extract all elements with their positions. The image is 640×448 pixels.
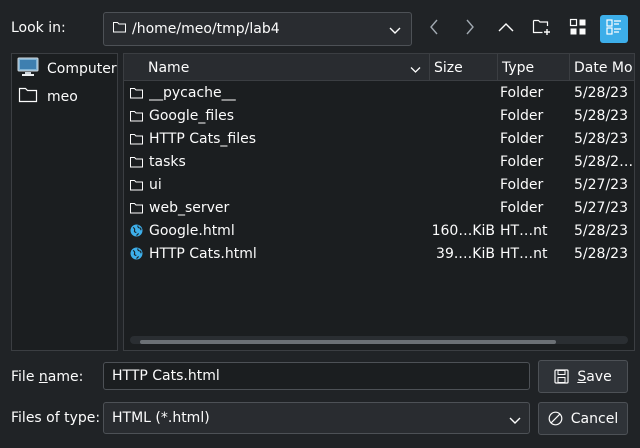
file-name-value: HTTP Cats.html xyxy=(112,368,220,384)
folder-icon xyxy=(130,173,146,196)
chevron-down-icon xyxy=(509,414,521,430)
file-date: 5/27/23 xyxy=(574,176,628,193)
file-size: 160…KiB xyxy=(431,222,495,239)
file-date: 5/28/23 xyxy=(574,130,628,147)
file-row[interactable]: ui Folder 5/27/23 xyxy=(124,173,634,196)
globe-icon xyxy=(130,219,146,242)
column-date[interactable]: Date Mo xyxy=(570,54,634,81)
column-label: Type xyxy=(502,59,535,76)
files-of-type-label: Files of type: xyxy=(11,410,101,426)
file-size xyxy=(430,150,495,173)
file-name-label: File name: xyxy=(11,369,84,385)
folder-icon xyxy=(130,127,146,150)
save-label: Save xyxy=(577,368,612,385)
file-name: Google_files xyxy=(149,107,234,124)
file-row[interactable]: Google.html 160…KiB HT…nt 5/28/23 xyxy=(124,219,634,242)
computer-icon xyxy=(17,57,39,81)
file-type: Folder xyxy=(500,130,544,147)
file-size xyxy=(430,127,495,150)
column-label: Name xyxy=(148,59,190,76)
file-type: HT…nt xyxy=(500,222,548,239)
list-view-icon xyxy=(605,18,623,40)
file-date: 5/28/23 xyxy=(574,84,628,101)
column-label: Date Mo xyxy=(574,59,633,76)
file-row[interactable]: tasks Folder 5/28/2… xyxy=(124,150,634,173)
file-type: Folder xyxy=(500,84,544,101)
file-size xyxy=(430,173,495,196)
file-type-value: HTML (*.html) xyxy=(112,410,210,426)
file-type: Folder xyxy=(500,176,544,193)
chevron-right-icon xyxy=(464,18,476,40)
place-computer[interactable]: Computer xyxy=(17,57,117,81)
place-label: Computer xyxy=(47,61,117,77)
place-home[interactable]: meo xyxy=(17,85,78,109)
cancel-button[interactable]: Cancel xyxy=(538,402,628,435)
grid-view-icon xyxy=(569,18,587,40)
file-date: 5/28/23 xyxy=(574,245,628,262)
file-name: HTTP Cats_files xyxy=(149,130,257,147)
scrollbar-thumb[interactable] xyxy=(140,340,556,344)
file-size xyxy=(430,196,495,219)
file-name: tasks xyxy=(149,153,186,170)
file-row[interactable]: __pycache__ Folder 5/28/23 xyxy=(124,81,634,104)
column-size[interactable]: Size xyxy=(430,54,498,81)
column-label: Size xyxy=(434,59,463,76)
file-row[interactable]: HTTP Cats.html 39.…KiB HT…nt 5/28/23 xyxy=(124,242,634,265)
file-size xyxy=(430,81,495,104)
file-row[interactable]: web_server Folder 5/27/23 xyxy=(124,196,634,219)
globe-icon xyxy=(130,242,146,265)
folder-icon xyxy=(113,21,126,37)
file-size xyxy=(430,104,495,127)
file-date: 5/27/23 xyxy=(574,199,628,216)
file-name: HTTP Cats.html xyxy=(149,245,257,262)
look-in-label: Look in: xyxy=(11,20,66,36)
save-icon xyxy=(554,369,569,384)
file-name-input[interactable]: HTTP Cats.html xyxy=(103,362,530,390)
file-date: 5/28/2… xyxy=(574,153,634,170)
folder-icon xyxy=(130,196,146,219)
file-row[interactable]: Google_files Folder 5/28/23 xyxy=(124,104,634,127)
chevron-left-icon xyxy=(428,18,440,40)
file-date: 5/28/23 xyxy=(574,222,628,239)
column-type[interactable]: Type xyxy=(498,54,570,81)
save-button[interactable]: Save xyxy=(538,360,628,393)
cancel-label: Cancel xyxy=(570,410,619,427)
icon-view-button[interactable] xyxy=(564,15,592,43)
path-text: /home/meo/tmp/lab4 xyxy=(132,21,280,37)
column-name[interactable]: Name xyxy=(144,54,430,81)
sort-indicator-icon xyxy=(410,62,421,78)
file-size: 39.…KiB xyxy=(436,245,495,262)
back-button[interactable] xyxy=(420,15,448,43)
folder-icon xyxy=(130,104,146,127)
forward-button[interactable] xyxy=(456,15,484,43)
new-folder-icon xyxy=(532,18,552,40)
file-name: __pycache__ xyxy=(149,84,236,101)
chevron-up-icon xyxy=(497,21,515,37)
file-row[interactable]: HTTP Cats_files Folder 5/28/23 xyxy=(124,127,634,150)
file-name: ui xyxy=(149,176,162,193)
new-folder-button[interactable] xyxy=(528,15,556,43)
file-name: Google.html xyxy=(149,222,235,239)
file-type: Folder xyxy=(500,199,544,216)
file-type: Folder xyxy=(500,107,544,124)
folder-icon xyxy=(17,85,39,109)
column-header: Name Size Type Date Mo xyxy=(124,54,634,81)
cancel-icon xyxy=(548,411,563,426)
file-type-combo[interactable]: HTML (*.html) xyxy=(103,402,530,434)
folder-icon xyxy=(130,150,146,173)
detail-view-button[interactable] xyxy=(600,15,628,43)
file-date: 5/28/23 xyxy=(574,107,628,124)
file-type: HT…nt xyxy=(500,245,548,262)
place-label: meo xyxy=(47,89,78,105)
file-name: web_server xyxy=(149,199,230,216)
parent-directory-button[interactable] xyxy=(492,15,520,43)
folder-icon xyxy=(130,81,146,104)
path-combo[interactable]: /home/meo/tmp/lab4 xyxy=(103,12,412,46)
chevron-down-icon xyxy=(389,24,401,40)
file-type: Folder xyxy=(500,153,544,170)
file-list-view[interactable]: Name Size Type Date Mo __pycache__ Folder… xyxy=(123,53,635,351)
places-sidebar: Computer meo xyxy=(11,53,118,351)
